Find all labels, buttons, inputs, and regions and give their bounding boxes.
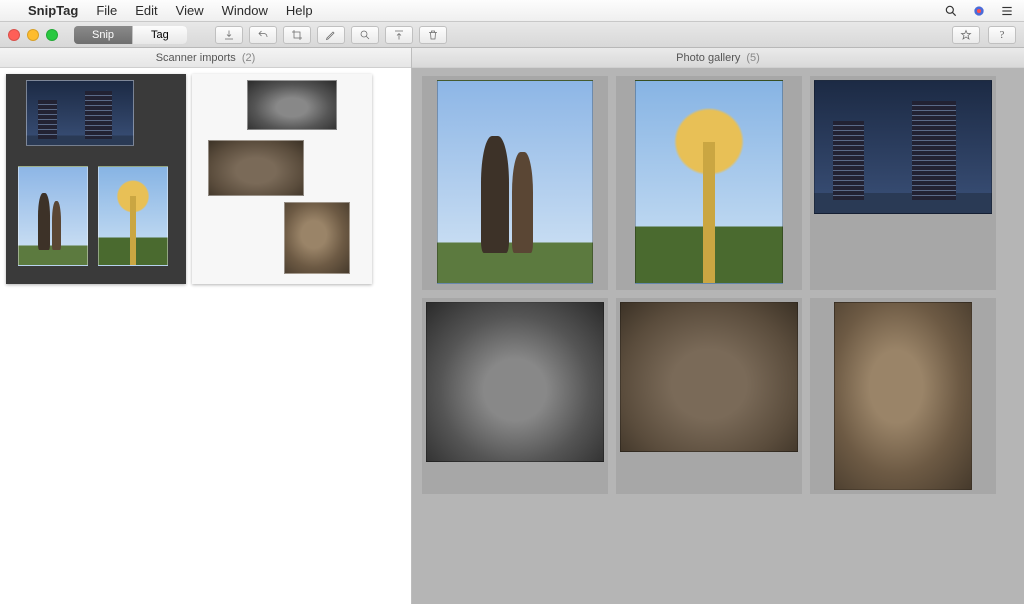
photo-gallery-count: (5)	[746, 52, 759, 64]
upload-icon[interactable]	[385, 26, 413, 44]
gallery-image	[834, 302, 972, 490]
search-icon[interactable]	[351, 26, 379, 44]
window-close-button[interactable]	[8, 29, 20, 41]
scanner-imports-title: Scanner imports	[156, 52, 236, 64]
traffic-lights	[8, 29, 58, 41]
gallery-thumb[interactable]	[810, 298, 996, 494]
photo-gallery-header: Photo gallery (5)	[412, 48, 1024, 68]
scan-clip[interactable]	[98, 166, 168, 266]
download-icon[interactable]	[215, 26, 243, 44]
scan-clip[interactable]	[208, 140, 304, 196]
pencil-icon[interactable]	[317, 26, 345, 44]
mode-snip-button[interactable]: Snip	[74, 26, 132, 44]
crop-icon[interactable]	[283, 26, 311, 44]
scan-page[interactable]	[192, 74, 372, 284]
gallery-thumb[interactable]	[810, 76, 996, 290]
menu-help[interactable]: Help	[286, 3, 313, 18]
spotlight-icon[interactable]	[944, 4, 958, 18]
gallery-image	[814, 80, 992, 214]
window-zoom-button[interactable]	[46, 29, 58, 41]
scan-page[interactable]	[6, 74, 186, 284]
scanner-imports-list	[0, 68, 411, 604]
gallery-image	[437, 80, 593, 284]
notification-center-icon[interactable]	[1000, 4, 1014, 18]
help-icon[interactable]: ?	[988, 26, 1016, 44]
undo-icon[interactable]	[249, 26, 277, 44]
photo-gallery-title: Photo gallery	[676, 52, 740, 64]
menu-view[interactable]: View	[176, 3, 204, 18]
gallery-thumb[interactable]	[422, 298, 608, 494]
control-center-icon[interactable]	[972, 4, 986, 18]
mode-segmented-control: Snip Tag	[74, 26, 187, 44]
window-minimize-button[interactable]	[27, 29, 39, 41]
macos-menubar: SnipTag File Edit View Window Help	[0, 0, 1024, 22]
scanner-imports-pane: Scanner imports (2)	[0, 48, 412, 604]
gallery-thumb[interactable]	[616, 76, 802, 290]
scan-clip[interactable]	[18, 166, 88, 266]
app-name[interactable]: SnipTag	[28, 3, 78, 18]
mode-tag-button[interactable]: Tag	[132, 26, 187, 44]
tool-group	[215, 26, 447, 44]
scanner-imports-count: (2)	[242, 52, 255, 64]
photo-gallery-grid	[412, 68, 1024, 604]
gallery-image	[635, 80, 783, 284]
gallery-thumb[interactable]	[422, 76, 608, 290]
star-icon[interactable]	[952, 26, 980, 44]
trash-icon[interactable]	[419, 26, 447, 44]
window-toolbar: Snip Tag ?	[0, 22, 1024, 48]
scan-clip[interactable]	[26, 80, 134, 146]
content-area: Scanner imports (2) Photo gallery (5)	[0, 48, 1024, 604]
scan-clip[interactable]	[247, 80, 337, 130]
menu-file[interactable]: File	[96, 3, 117, 18]
menu-window[interactable]: Window	[222, 3, 268, 18]
gallery-thumb[interactable]	[616, 298, 802, 494]
gallery-image	[426, 302, 604, 462]
scan-clip[interactable]	[284, 202, 350, 274]
scanner-imports-header: Scanner imports (2)	[0, 48, 411, 68]
menu-edit[interactable]: Edit	[135, 3, 157, 18]
photo-gallery-pane: Photo gallery (5)	[412, 48, 1024, 604]
gallery-image	[620, 302, 798, 452]
